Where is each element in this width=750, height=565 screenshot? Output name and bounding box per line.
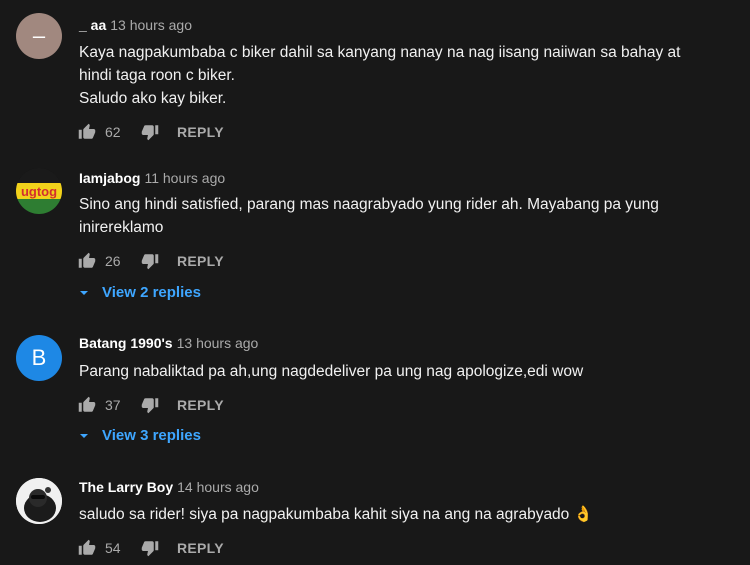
- thumbs-down-icon: [141, 125, 159, 141]
- thumbs-up-icon: [78, 123, 96, 139]
- comment-text-line: Sino ang hindi satisfied, parang mas naa…: [79, 196, 659, 213]
- view-replies-label: View 2 replies: [102, 284, 201, 301]
- comment-text-line: hindi taga roon c biker.: [79, 67, 235, 84]
- avatar[interactable]: –: [16, 13, 62, 59]
- comment-text-line: inirereklamo: [79, 219, 164, 236]
- like-count: 54: [105, 540, 121, 556]
- comment-text: Sino ang hindi satisfied, parang mas naa…: [79, 193, 719, 239]
- comment-author[interactable]: Batang 1990's: [79, 335, 173, 351]
- like-button[interactable]: [78, 539, 96, 557]
- like-count: 26: [105, 253, 121, 269]
- avatar[interactable]: ugtog: [16, 168, 62, 214]
- comment-author[interactable]: _ aa: [79, 17, 106, 33]
- comment-header: _ aa 13 hours ago: [79, 17, 192, 33]
- dislike-button[interactable]: [141, 252, 159, 270]
- avatar-letter: –: [32, 23, 46, 48]
- comment-text-line: Kaya nagpakumbaba c biker dahil sa kanya…: [79, 44, 681, 61]
- view-replies-label: View 3 replies: [102, 427, 201, 444]
- comment-actions: 37 REPLY: [78, 395, 224, 415]
- view-replies-button[interactable]: View 2 replies: [78, 284, 201, 301]
- avatar[interactable]: B: [16, 335, 62, 381]
- caret-down-icon: [80, 433, 88, 438]
- avatar-letter: B: [31, 345, 47, 370]
- reply-button[interactable]: REPLY: [177, 540, 224, 556]
- comment-time[interactable]: 11 hours ago: [144, 170, 225, 186]
- like-count: 37: [105, 397, 121, 413]
- view-replies-button[interactable]: View 3 replies: [78, 427, 201, 444]
- comment-time[interactable]: 14 hours ago: [177, 479, 259, 495]
- comment-author[interactable]: Iamjabog: [79, 170, 140, 186]
- comment-time[interactable]: 13 hours ago: [177, 335, 259, 351]
- comment-text: saludo sa rider! siya pa nagpakumbaba ka…: [79, 503, 719, 526]
- reply-button[interactable]: REPLY: [177, 397, 224, 413]
- comment-actions: 62 REPLY: [78, 122, 224, 142]
- comment-actions: 26 REPLY: [78, 251, 224, 271]
- avatar-image: ugtog: [16, 168, 62, 214]
- like-button[interactable]: [78, 252, 96, 270]
- thumbs-up-icon: [78, 539, 96, 555]
- thumbs-up-icon: [78, 396, 96, 412]
- comment-time[interactable]: 13 hours ago: [110, 17, 192, 33]
- comment-header: Iamjabog 11 hours ago: [79, 170, 225, 186]
- avatar[interactable]: [16, 478, 62, 524]
- dislike-button[interactable]: [141, 396, 159, 414]
- comment-header: The Larry Boy 14 hours ago: [79, 479, 259, 495]
- reply-button[interactable]: REPLY: [177, 253, 224, 269]
- dislike-button[interactable]: [141, 123, 159, 141]
- comment-text-line: Parang nabaliktad pa ah,ung nagdedeliver…: [79, 363, 584, 380]
- avatar-image: [16, 478, 62, 524]
- thumbs-down-icon: [141, 541, 159, 557]
- comment-header: Batang 1990's 13 hours ago: [79, 335, 258, 351]
- like-button[interactable]: [78, 396, 96, 414]
- thumbs-down-icon: [141, 398, 159, 414]
- comment-actions: 54 REPLY: [78, 538, 224, 558]
- like-button[interactable]: [78, 123, 96, 141]
- comment-text-line: saludo sa rider! siya pa nagpakumbaba ka…: [79, 506, 593, 523]
- caret-down-icon: [80, 290, 88, 295]
- like-count: 62: [105, 124, 121, 140]
- comment-text: Parang nabaliktad pa ah,ung nagdedeliver…: [79, 360, 719, 383]
- thumbs-up-icon: [78, 252, 96, 268]
- comment-text: Kaya nagpakumbaba c biker dahil sa kanya…: [79, 41, 719, 110]
- avatar-text: ugtog: [21, 184, 57, 199]
- dislike-button[interactable]: [141, 539, 159, 557]
- thumbs-down-icon: [141, 254, 159, 270]
- comment-text-line: Saludo ako kay biker.: [79, 90, 227, 107]
- comment-author[interactable]: The Larry Boy: [79, 479, 173, 495]
- reply-button[interactable]: REPLY: [177, 124, 224, 140]
